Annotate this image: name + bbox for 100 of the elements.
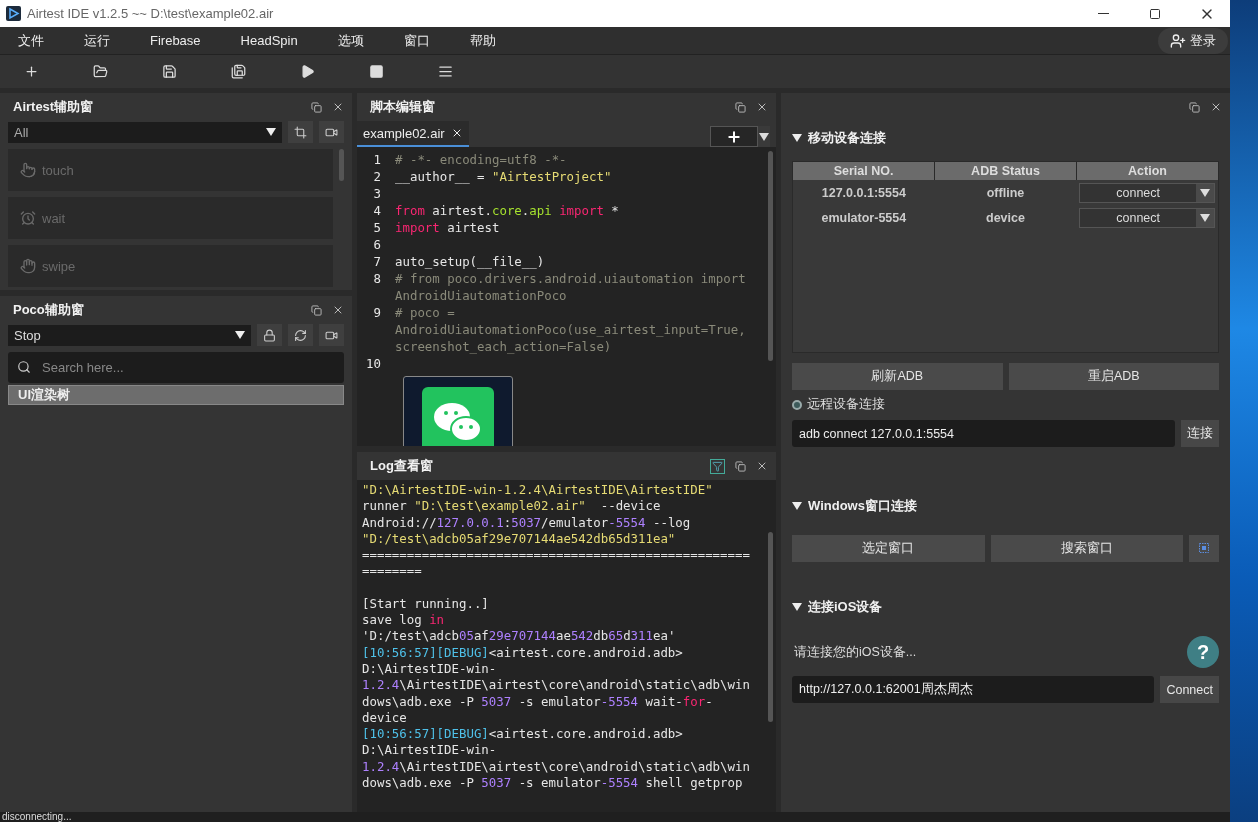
action-dropdown[interactable]: connect: [1079, 207, 1215, 228]
crop-icon: [294, 125, 307, 139]
action-dropdown[interactable]: connect: [1079, 182, 1215, 203]
column-header: Serial NO.: [793, 162, 934, 180]
panel-title: Airtest辅助窗: [13, 98, 95, 116]
panel-title: Log查看窗: [370, 457, 434, 475]
line-number: 8: [372, 270, 382, 288]
app-logo-icon: [6, 6, 21, 21]
record-button[interactable]: [319, 324, 344, 346]
connect-button[interactable]: Connect: [1160, 676, 1219, 703]
file-tab[interactable]: example02.air: [357, 121, 469, 147]
status-text: disconnecting...: [2, 811, 72, 822]
add-button[interactable]: [710, 126, 758, 147]
log-line: D:\AirtestIDE-win-: [362, 742, 498, 759]
filter-dropdown[interactable]: All: [8, 121, 282, 143]
caret-icon: [235, 331, 245, 339]
remote-label: 远程设备连接: [807, 396, 886, 413]
plus-icon: [726, 128, 742, 145]
region-button[interactable]: [1189, 535, 1219, 562]
code-line: from airtest.core.api import *: [395, 202, 620, 219]
lock-button[interactable]: [257, 324, 282, 346]
lock-icon: [263, 328, 276, 342]
dropdown-button[interactable]: [758, 126, 770, 147]
code-line: # -*- encoding=utf8 -*-: [395, 151, 568, 168]
ios-address-field[interactable]: http://127.0.0.1:62001周杰周杰: [792, 676, 1155, 703]
capture-button[interactable]: [288, 121, 313, 143]
menu-item[interactable]: Firebase: [150, 33, 201, 48]
record-button[interactable]: [319, 121, 344, 143]
search-field[interactable]: Search here...: [8, 352, 344, 383]
log-line: "D:/test\adcb05af29e707144ae542db65d311ea": [362, 530, 677, 548]
window-button[interactable]: 选定窗口: [792, 535, 985, 562]
login-button[interactable]: 登录: [1158, 27, 1228, 54]
log-line: [Start running..]: [362, 595, 490, 613]
help-button[interactable]: ?: [1187, 636, 1219, 668]
restore-icon: [311, 101, 322, 113]
line-number: 3: [372, 185, 382, 202]
menu-item[interactable]: HeadSpin: [240, 33, 298, 48]
ios-hint: 请连接您的iOS设备...: [794, 643, 918, 661]
line-number: 10: [365, 355, 382, 372]
scrollbar-thumb[interactable]: [768, 532, 773, 722]
line-number: 6: [372, 236, 382, 253]
adb-button[interactable]: 刷新ADB: [792, 363, 1003, 390]
section-header[interactable]: 移动设备连接: [781, 129, 1230, 147]
code-line: # poco = AndroidUiautomationPoco(use_airtest_input=True, screenshot_each_action=False): [395, 304, 747, 355]
mode-dropdown[interactable]: Stop: [8, 324, 251, 346]
log-line: Android://127.0.0.1:5037/emulator-5554 --log: [362, 514, 692, 531]
screenshot-thumbnail[interactable]: [403, 376, 513, 446]
connect-button[interactable]: 连接: [1181, 420, 1219, 447]
section-header[interactable]: Windows窗口连接: [781, 497, 1230, 515]
panel-title: 脚本编辑窗: [370, 98, 436, 116]
table-cell-text: 127.0.0.1:5554: [820, 185, 907, 200]
alarm-clock-icon: [20, 210, 36, 226]
section-header[interactable]: 连接iOS设备: [781, 598, 1230, 616]
scrollbar-thumb[interactable]: [768, 151, 773, 361]
triangle-icon: [792, 134, 802, 142]
menu-item[interactable]: 窗口: [403, 31, 430, 50]
menu-item[interactable]: 文件: [18, 31, 44, 50]
column-header: Action: [1077, 162, 1218, 180]
save-icon: [162, 64, 177, 79]
log-line: ========: [362, 563, 423, 580]
minimize-icon: [1097, 13, 1109, 14]
panel-title: Poco辅助窗: [13, 301, 85, 319]
save-all-icon: [231, 64, 246, 79]
play-icon: [300, 64, 315, 79]
log-line: ====================================================: [362, 547, 751, 564]
close-icon: [1210, 101, 1222, 113]
log-line: 1.2.4\AirtestIDE\airtest\core\android\static\adb\win: [362, 758, 751, 776]
window-button[interactable]: 搜索窗口: [990, 535, 1183, 562]
new-icon: [24, 64, 39, 79]
filter-icon: [712, 460, 723, 472]
menu-item[interactable]: 帮助: [469, 31, 496, 50]
table-cell-text: offline: [985, 185, 1026, 200]
line-number: 9: [372, 304, 382, 322]
adb-button[interactable]: 重启ADB: [1008, 363, 1219, 390]
menu-item[interactable]: 选项: [337, 31, 364, 50]
address-field[interactable]: adb connect 127.0.0.1:5554: [792, 420, 1175, 447]
log-line: D:\AirtestIDE-win-: [362, 660, 498, 678]
code-editor[interactable]: [357, 147, 776, 446]
chat-app-icon: [422, 387, 494, 446]
radio-icon[interactable]: [792, 399, 802, 410]
region-select-icon: [1199, 542, 1209, 553]
log-line: save log in: [362, 612, 446, 629]
close-icon: [332, 304, 344, 316]
caret-icon: [759, 132, 769, 141]
log-line: [10:56:57][DEBUG]<airtest.core.android.adb>: [362, 644, 684, 661]
folder-icon: [93, 64, 108, 79]
caret-icon: [1200, 188, 1210, 197]
line-number: 5: [372, 219, 382, 236]
menu-item[interactable]: 运行: [84, 31, 110, 50]
tree-item[interactable]: UI渲染树: [8, 385, 344, 405]
scrollbar-thumb[interactable]: [339, 149, 344, 181]
maximize-icon: [1149, 7, 1161, 20]
code-line: auto_setup(__file__): [395, 253, 546, 270]
list-icon: [438, 64, 453, 79]
refresh-button[interactable]: [288, 324, 313, 346]
caret-icon: [266, 128, 276, 136]
line-number: 7: [372, 253, 382, 270]
log-line: dows\adb.exe -P 5037 -s emulator-5554 shell getprop: [362, 775, 744, 792]
triangle-icon: [792, 502, 802, 510]
table-cell-text: emulator-5554: [820, 210, 908, 225]
